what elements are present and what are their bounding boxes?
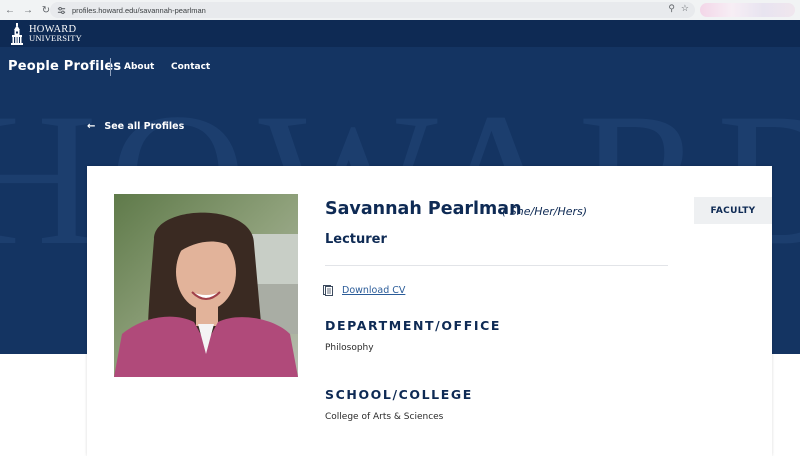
browser-toolbar: ← → ↻ profiles.howard.edu/savannah-pearl…	[0, 0, 800, 20]
address-bar[interactable]: profiles.howard.edu/savannah-pearlman ⚲ …	[50, 2, 695, 18]
department-value: Philosophy	[325, 343, 374, 353]
bookmark-star-icon[interactable]: ☆	[681, 3, 689, 14]
document-icon	[323, 285, 333, 296]
url-text[interactable]: profiles.howard.edu/savannah-pearlman	[72, 6, 206, 15]
section-divider	[325, 265, 668, 266]
faculty-badge: FACULTY	[694, 197, 772, 224]
see-all-profiles-link[interactable]: ← See all Profiles	[87, 121, 184, 132]
download-cv-label: Download CV	[342, 285, 406, 296]
profile-title: Lecturer	[325, 232, 387, 247]
howard-logo[interactable]: HOWARD UNIVERSITY	[10, 22, 82, 46]
profile-photo	[114, 194, 298, 377]
download-cv-link[interactable]: Download CV	[323, 285, 405, 296]
arrow-left-icon: ←	[87, 121, 96, 132]
site-title[interactable]: People Profiles	[8, 59, 121, 74]
header-divider	[110, 58, 111, 76]
browser-profile-area[interactable]	[700, 3, 795, 17]
school-heading: SCHOOL/COLLEGE	[325, 387, 473, 402]
see-all-profiles-label: See all Profiles	[104, 121, 185, 132]
founders-library-icon	[11, 23, 23, 45]
zoom-icon[interactable]: ⚲	[668, 3, 675, 14]
nav-about[interactable]: About	[124, 62, 154, 72]
site-settings-icon[interactable]	[54, 3, 68, 17]
forward-icon[interactable]: →	[20, 2, 36, 18]
nav-contact[interactable]: Contact	[171, 62, 210, 72]
back-icon[interactable]: ←	[2, 2, 18, 18]
profile-name: Savannah Pearlman	[325, 199, 522, 219]
profile-pronouns: ( She/Her/Hers)	[502, 205, 588, 218]
logo-line-2: UNIVERSITY	[29, 33, 82, 43]
brand-bar	[0, 20, 800, 47]
school-value: College of Arts & Sciences	[325, 412, 444, 422]
department-heading: DEPARTMENT/OFFICE	[325, 318, 501, 333]
